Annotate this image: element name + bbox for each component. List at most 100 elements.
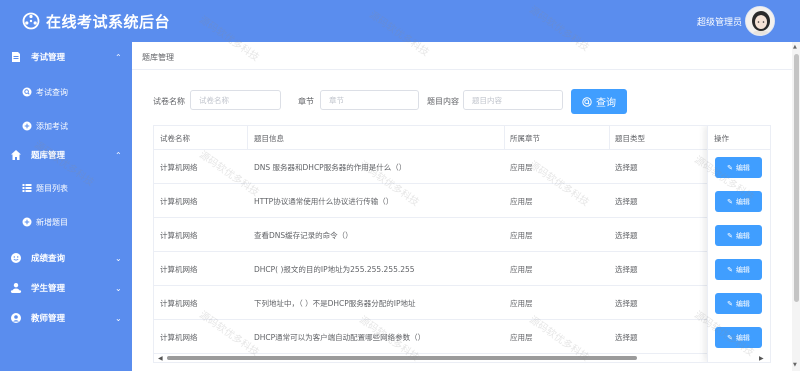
cell-chapter: 应用层: [510, 231, 533, 240]
horizontal-scrollbar[interactable]: ◀ ▶: [155, 354, 767, 362]
edit-button-label: 编辑: [735, 197, 750, 206]
scroll-right-icon[interactable]: ▶: [759, 355, 764, 362]
question-table: 试卷名称 题目信息 所属章节 题目类型 计算机网络 DNS 服务器和DHCP服务…: [153, 125, 771, 363]
column-divider: [247, 126, 248, 150]
edit-button[interactable]: ✎ 编辑: [715, 225, 762, 246]
cell-paper: 计算机网络: [160, 231, 198, 240]
teacher-icon: [11, 313, 21, 323]
paper-name-input[interactable]: [190, 90, 281, 110]
cell-type: 选择题: [615, 299, 638, 308]
sidebar-menu-label: 成绩查询: [31, 254, 66, 264]
operations-header: 操作: [708, 126, 770, 150]
edit-button[interactable]: ✎ 编辑: [715, 157, 762, 178]
sidebar-menu-question-bank[interactable]: 题库管理 ⌃: [0, 145, 132, 165]
user-group-icon: [10, 283, 22, 293]
horizontal-scroll-thumb[interactable]: [167, 356, 637, 360]
table-row[interactable]: 计算机网络 DNS 服务器和DHCP服务器的作用是什么（） 应用层 选择题: [154, 150, 770, 184]
chapter-input[interactable]: [320, 90, 419, 110]
sidebar-menu-teacher-management[interactable]: 教师管理 ⌄: [0, 308, 132, 328]
edit-button-label: 编辑: [735, 299, 750, 308]
sidebar-menu-label: 教师管理: [31, 314, 66, 324]
cell-chapter: 应用层: [510, 299, 533, 308]
column-header-paper: 试卷名称: [160, 134, 190, 143]
scroll-up-icon[interactable]: ▲: [793, 44, 797, 50]
cell-type: 选择题: [615, 333, 638, 342]
sidebar-menu-student-management[interactable]: 学生管理 ⌄: [0, 278, 132, 298]
cell-question: 查看DNS缓存记录的命令（）: [254, 231, 353, 240]
sidebar-item-question-list[interactable]: 题目列表: [0, 178, 132, 198]
vertical-scrollbar[interactable]: ▲ ▼: [792, 42, 800, 371]
column-header-question: 题目信息: [254, 134, 284, 143]
plus-circle-icon: [22, 121, 32, 131]
vertical-scroll-thumb[interactable]: [794, 54, 799, 302]
cell-paper: 计算机网络: [160, 299, 198, 308]
app-title: 在线考试系统后台: [46, 13, 171, 31]
edit-button-label: 编辑: [735, 333, 750, 342]
cell-paper: 计算机网络: [160, 163, 198, 172]
edit-button-label: 编辑: [735, 163, 750, 172]
sidebar-item-exam-query[interactable]: 考试查询: [0, 82, 132, 102]
sidebar-item-label: 题目列表: [36, 183, 68, 193]
avatar-image: [746, 7, 774, 35]
cell-chapter: 应用层: [510, 163, 533, 172]
cell-chapter: 应用层: [510, 197, 533, 206]
edit-icon: ✎: [727, 231, 733, 240]
top-header: 在线考试系统后台 超级管理员: [0, 0, 800, 42]
question-content-input[interactable]: [463, 90, 563, 110]
chevron-up-icon: ⌃: [115, 52, 122, 62]
cell-question: 下列地址中，（ ）不是DHCP服务器分配的IP地址: [254, 299, 416, 308]
scroll-left-icon[interactable]: ◀: [158, 355, 163, 362]
cell-type: 选择题: [615, 197, 638, 206]
edit-button[interactable]: ✎ 编辑: [715, 293, 762, 314]
cell-chapter: 应用层: [510, 265, 533, 274]
user-name[interactable]: 超级管理员: [697, 15, 742, 28]
column-divider: [609, 126, 610, 150]
cell-type: 选择题: [615, 265, 638, 274]
cell-question: DNS 服务器和DHCP服务器的作用是什么（）: [254, 163, 407, 172]
sidebar-menu-score-query[interactable]: 成绩查询 ⌄: [0, 248, 132, 268]
edit-icon: ✎: [727, 299, 733, 308]
table-header: 试卷名称 题目信息 所属章节 题目类型: [154, 126, 770, 150]
table-row[interactable]: 计算机网络 查看DNS缓存记录的命令（） 应用层 选择题: [154, 218, 770, 252]
chevron-down-icon: ⌄: [115, 253, 122, 263]
cell-paper: 计算机网络: [160, 197, 198, 206]
chapter-label: 章节: [298, 97, 314, 106]
chevron-up-icon: ⌃: [115, 150, 122, 160]
cell-question: DHCP( )报文的目的IP地址为255.255.255.255: [254, 265, 415, 274]
edit-icon: ✎: [727, 265, 733, 274]
sidebar-item-add-question[interactable]: 新增题目: [0, 212, 132, 232]
sidebar: 考试管理 ⌃ 考试查询 添加考试 题库管理 ⌃ 题目列表 新增题目 成绩查询 ⌄…: [0, 42, 132, 371]
edit-button[interactable]: ✎ 编辑: [715, 191, 762, 212]
edit-button[interactable]: ✎ 编辑: [715, 327, 762, 348]
cell-paper: 计算机网络: [160, 333, 198, 342]
sidebar-item-label: 添加考试: [36, 121, 68, 131]
table-row[interactable]: 计算机网络 DHCP( )报文的目的IP地址为255.255.255.255 应…: [154, 252, 770, 286]
column-header-operations: 操作: [714, 134, 729, 143]
table-row[interactable]: 计算机网络 HTTP协议通常使用什么协议进行传输（） 应用层 选择题: [154, 184, 770, 218]
paper-name-label: 试卷名称: [153, 97, 185, 106]
column-header-chapter: 所属章节: [510, 134, 540, 143]
query-button[interactable]: 查询: [571, 89, 627, 114]
edit-icon: ✎: [727, 197, 733, 206]
column-header-type: 题目类型: [615, 134, 645, 143]
plus-circle-icon: [22, 217, 32, 227]
chevron-down-icon: ⌄: [115, 283, 122, 293]
main-content: 题库管理 试卷名称 章节 题目内容 查询 试卷名称 题目信息 所属章节 题目类型…: [132, 42, 800, 371]
chevron-down-icon: ⌄: [115, 313, 122, 323]
cell-paper: 计算机网络: [160, 265, 198, 274]
operations-column: 操作 ✎ 编辑 ✎ 编辑 ✎ 编辑 ✎ 编辑 ✎ 编辑 ✎ 编辑: [707, 126, 770, 362]
sidebar-menu-label: 学生管理: [31, 284, 66, 294]
sidebar-menu-label: 考试管理: [31, 53, 66, 63]
edit-button-label: 编辑: [735, 265, 750, 274]
table-row[interactable]: 计算机网络 下列地址中，（ ）不是DHCP服务器分配的IP地址 应用层 选择题: [154, 286, 770, 320]
edit-button[interactable]: ✎ 编辑: [715, 259, 762, 280]
search-circle-icon: [22, 87, 32, 97]
table-row[interactable]: 计算机网络 DHCP通常可以为客户端自动配置哪些网络参数（） 应用层 选择题: [154, 320, 770, 354]
cell-question: DHCP通常可以为客户端自动配置哪些网络参数（）: [254, 333, 426, 342]
list-icon: [22, 184, 32, 192]
sidebar-item-add-exam[interactable]: 添加考试: [0, 116, 132, 136]
sidebar-menu-exam-management[interactable]: 考试管理 ⌃: [0, 47, 132, 67]
scroll-down-icon[interactable]: ▼: [793, 362, 797, 368]
edit-button-label: 编辑: [735, 231, 750, 240]
avatar[interactable]: [745, 6, 775, 36]
